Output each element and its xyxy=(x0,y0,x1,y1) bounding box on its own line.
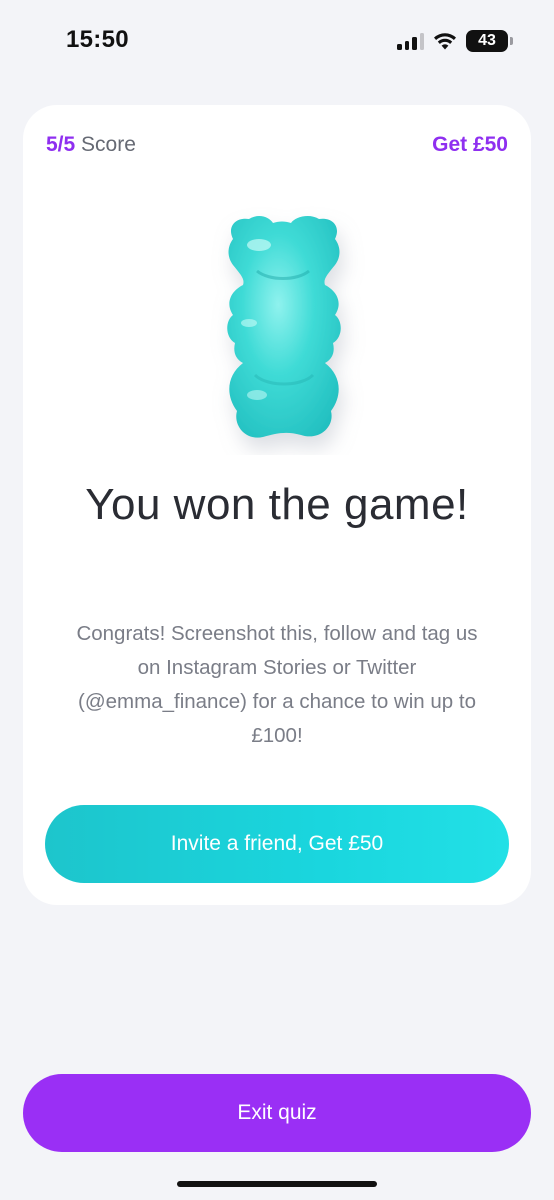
gummy-bear-icon xyxy=(197,205,367,455)
status-bar: 15:50 43 xyxy=(0,0,554,84)
battery-icon: 43 xyxy=(466,30,513,52)
score-value: 5/5 xyxy=(46,133,76,156)
cellular-signal-icon xyxy=(397,32,424,50)
page-title: You won the game! xyxy=(85,480,469,529)
battery-percent: 43 xyxy=(478,32,496,49)
exit-quiz-button[interactable]: Exit quiz xyxy=(23,1074,531,1152)
home-indicator xyxy=(177,1181,377,1187)
congrats-message: Congrats! Screenshot this, follow and ta… xyxy=(76,622,478,747)
invite-friend-button[interactable]: Invite a friend, Get £50 xyxy=(45,805,509,883)
score: 5/5 Score xyxy=(46,133,136,157)
score-label: Score xyxy=(81,133,136,156)
result-card: 5/5 Score Get £50 You won the game! Cong… xyxy=(23,105,531,905)
status-time: 15:50 xyxy=(66,26,129,53)
get-reward-link[interactable]: Get £50 xyxy=(432,133,508,157)
wifi-icon xyxy=(434,33,456,50)
status-icons: 43 xyxy=(397,28,513,54)
